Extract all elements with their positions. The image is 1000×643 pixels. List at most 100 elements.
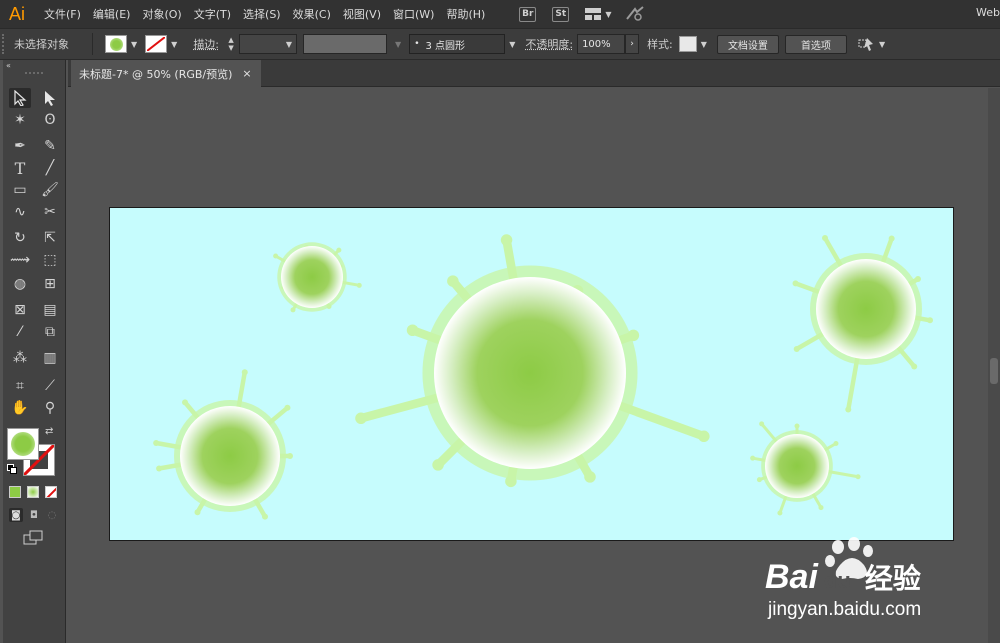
scissors-icon[interactable]: ✂ [39, 202, 61, 222]
splash-drop [833, 441, 839, 446]
menu-view[interactable]: 视图(V) [343, 6, 381, 22]
close-icon[interactable]: × [242, 67, 251, 80]
green-gradient-ball[interactable] [434, 277, 626, 469]
column-graph-icon[interactable]: ▥ [39, 348, 61, 368]
draw-normal-icon[interactable]: ◙ [9, 508, 23, 522]
chevron-down-icon[interactable]: ▼ [395, 40, 401, 49]
width-tool-icon[interactable]: ⟿ [9, 250, 31, 270]
menu-object[interactable]: 对象(O) [142, 6, 181, 22]
green-gradient-ball[interactable] [281, 246, 343, 308]
rotate-tool-icon[interactable]: ↻ [9, 228, 31, 248]
artwork [153, 234, 934, 520]
stroke-weight-field[interactable]: ▼ [239, 34, 298, 54]
direct-selection-tool-icon[interactable] [39, 88, 61, 108]
preferences-button[interactable]: 首选项 [784, 34, 847, 54]
line-tool-icon[interactable]: ╱ [39, 158, 61, 178]
splash-drop [888, 235, 895, 242]
chevron-down-icon[interactable]: ▼ [701, 40, 707, 49]
hand-tool-icon[interactable]: ✋ [9, 398, 31, 418]
splash-drop [792, 280, 799, 287]
splash-drop [262, 513, 268, 520]
chevron-down-icon[interactable]: ▼ [131, 40, 137, 49]
eyedropper-icon[interactable]: ⁄ [9, 322, 31, 342]
stock-icon[interactable]: St [552, 6, 570, 22]
style-label: 样式: [647, 38, 673, 51]
brush-definition-field[interactable]: • 3 点圆形 [409, 34, 506, 54]
splash-drop [432, 459, 444, 471]
draw-behind-icon[interactable]: ◘ [27, 508, 41, 522]
perspective-grid-icon[interactable]: ⊞ [39, 274, 61, 294]
selection-tool-icon[interactable] [9, 88, 31, 108]
gpu-performance-icon[interactable] [625, 5, 645, 24]
brush-value: 3 点圆形 [425, 40, 466, 52]
graphic-style-swatch[interactable] [678, 36, 697, 52]
default-colors-icon[interactable] [7, 464, 17, 474]
stroke-weight-stepper[interactable]: ▲ ▼ [225, 36, 237, 52]
fill-color-chip [109, 37, 123, 51]
fill-color-box[interactable] [7, 428, 39, 460]
document-tab[interactable]: 未标题-7* @ 50% (RGB/预览) × [71, 60, 261, 87]
splash-drop [750, 455, 756, 461]
shape-builder-icon[interactable]: ◍ [9, 274, 31, 294]
menu-type[interactable]: 文字(T) [194, 6, 231, 22]
rectangle-tool-icon[interactable]: ▭ [9, 180, 31, 200]
green-gradient-ball[interactable] [765, 434, 829, 498]
scale-tool-icon[interactable]: ⇱ [39, 228, 61, 248]
opacity-field[interactable]: 100% [577, 34, 626, 54]
menu-help[interactable]: 帮助(H) [446, 6, 485, 22]
gradient-tool-icon[interactable]: ▤ [39, 300, 61, 320]
symbol-sprayer-icon[interactable]: ⁂ [9, 348, 31, 368]
screen-mode-icon[interactable] [23, 530, 45, 546]
bridge-icon[interactable]: Br [519, 6, 537, 22]
selection-status: 未选择对象 [14, 38, 69, 51]
green-gradient-ball[interactable] [180, 406, 280, 506]
menu-edit[interactable]: 编辑(E) [93, 6, 131, 22]
splash-drop [914, 276, 921, 282]
chevron-down-icon[interactable]: ▼ [509, 40, 515, 49]
opacity-arrow-button[interactable]: › [625, 34, 640, 54]
scrollbar-thumb[interactable] [990, 358, 998, 384]
shaper-tool-icon[interactable]: ∿ [9, 202, 31, 222]
menu-select[interactable]: 选择(S) [243, 6, 281, 22]
artboard[interactable] [109, 207, 954, 541]
align-panel-icon[interactable]: ▼ [857, 36, 889, 52]
curvature-tool-icon[interactable]: ✎ [39, 136, 61, 156]
lasso-icon[interactable]: ʘ [39, 110, 61, 130]
draw-inside-icon[interactable]: ◌ [45, 508, 59, 522]
fill-mode-none-button[interactable] [45, 486, 57, 498]
menu-effect[interactable]: 效果(C) [293, 6, 331, 22]
menu-window[interactable]: 窗口(W) [393, 6, 434, 22]
splash-drop [406, 324, 419, 337]
down-arrow-icon: ▼ [228, 44, 234, 52]
fill-swatch[interactable] [105, 35, 127, 53]
slice-tool-icon[interactable]: ⟋ [39, 376, 61, 396]
fill-mode-color-button[interactable] [9, 486, 21, 498]
panel-grip[interactable] [2, 34, 8, 54]
fill-mode-gradient-button[interactable] [27, 486, 39, 498]
panel-grip[interactable] [25, 72, 43, 75]
type-tool-icon[interactable]: T [9, 158, 31, 178]
magic-wand-icon[interactable]: ✶ [9, 110, 31, 130]
swap-fill-stroke-icon[interactable]: ⇄ [45, 426, 53, 437]
mesh-tool-icon[interactable]: ⊠ [9, 300, 31, 320]
opacity-label[interactable]: 不透明度: [525, 36, 573, 52]
fill-gradient-chip [11, 432, 35, 456]
document-setup-button[interactable]: 文档设置 [716, 34, 779, 54]
free-transform-icon[interactable]: ⬚ [39, 250, 61, 270]
paintbrush-icon[interactable]: 🖌 [39, 180, 61, 200]
blend-tool-icon[interactable]: ⧉ [39, 322, 61, 342]
green-gradient-ball[interactable] [816, 259, 916, 359]
zoom-tool-icon[interactable]: ⚲ [39, 398, 61, 418]
menu-bar: Ai 文件(F) 编辑(E) 对象(O) 文字(T) 选择(S) 效果(C) 视… [0, 0, 1000, 28]
workspace-switcher[interactable]: Web [976, 6, 1000, 19]
collapse-toolbar-button[interactable]: « [6, 61, 11, 70]
variable-width-profile[interactable] [303, 34, 388, 54]
pen-tool-icon[interactable]: ✒ [9, 136, 31, 156]
menu-file[interactable]: 文件(F) [44, 6, 81, 22]
chevron-down-icon[interactable]: ▼ [171, 40, 177, 49]
artboard-tool-icon[interactable]: ⌗ [9, 376, 31, 396]
splash-drop [153, 439, 160, 446]
stroke-swatch[interactable] [145, 35, 168, 53]
splash-drop [287, 453, 293, 459]
arrange-documents-icon[interactable]: ▼ [585, 8, 615, 20]
